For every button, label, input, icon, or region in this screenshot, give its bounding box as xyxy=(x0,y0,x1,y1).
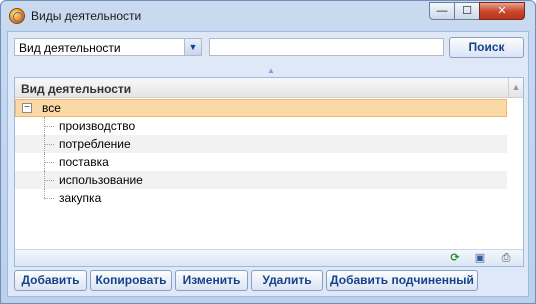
tree-row[interactable]: производство xyxy=(15,117,507,135)
tree-rows: − все производство потребление поставка xyxy=(15,99,523,207)
tree-row[interactable]: использование xyxy=(15,171,507,189)
field-select[interactable]: Вид деятельности ▼ xyxy=(14,38,202,56)
tree-node-label: использование xyxy=(59,173,143,187)
add-child-button[interactable]: Добавить подчиненный xyxy=(326,270,478,291)
floppy-disk-icon[interactable]: ▣ xyxy=(471,251,489,266)
activity-tree-grid: Вид деятельности ▲ − все производство по… xyxy=(14,77,524,267)
close-button[interactable]: ✕ xyxy=(479,2,525,20)
collapse-arrow-icon[interactable]: ▲ xyxy=(267,66,275,75)
tree-row[interactable]: потребление xyxy=(15,135,507,153)
dialog-window: Виды деятельности — ☐ ✕ Вид деятельности… xyxy=(0,0,536,304)
chevron-down-icon[interactable]: ▼ xyxy=(184,39,201,55)
scroll-up-icon[interactable]: ▲ xyxy=(508,78,523,97)
edit-button[interactable]: Изменить xyxy=(175,270,248,291)
search-input[interactable] xyxy=(209,38,444,56)
field-select-value: Вид деятельности xyxy=(19,41,121,55)
add-button[interactable]: Добавить xyxy=(14,270,87,291)
search-button[interactable]: Поиск xyxy=(449,37,524,58)
grid-header: Вид деятельности ▲ xyxy=(15,78,523,98)
tree-node-label: все xyxy=(42,101,61,115)
maximize-button[interactable]: ☐ xyxy=(454,2,480,20)
column-header-activity[interactable]: Вид деятельности xyxy=(21,82,131,96)
printer-icon[interactable]: ⎙ xyxy=(497,251,515,266)
tree-connector xyxy=(44,144,54,145)
dialog-body: Вид деятельности ▼ Поиск ▲ Вид деятельно… xyxy=(7,31,529,297)
tree-row[interactable]: закупка xyxy=(15,189,507,207)
grid-footer-toolbar: ⟳ ▣ ⎙ xyxy=(15,249,523,266)
copy-button[interactable]: Копировать xyxy=(90,270,172,291)
delete-button[interactable]: Удалить xyxy=(251,270,323,291)
tree-node-label: потребление xyxy=(59,137,131,151)
tree-connector xyxy=(44,162,54,163)
tree-connector xyxy=(44,198,54,199)
globe-icon xyxy=(9,8,25,24)
refresh-icon[interactable]: ⟳ xyxy=(446,251,464,266)
minimize-button[interactable]: — xyxy=(429,2,455,20)
collapse-toggle-icon[interactable]: − xyxy=(22,103,32,113)
tree-node-label: поставка xyxy=(59,155,109,169)
tree-connector xyxy=(44,126,54,127)
title-bar[interactable]: Виды деятельности — ☐ ✕ xyxy=(1,1,535,31)
tree-row[interactable]: поставка xyxy=(15,153,507,171)
window-title: Виды деятельности xyxy=(31,9,142,23)
tree-node-label: производство xyxy=(59,119,136,133)
tree-row-root[interactable]: − все xyxy=(15,99,507,117)
tree-node-label: закупка xyxy=(59,191,102,205)
tree-connector xyxy=(44,180,54,181)
tree-connector xyxy=(44,189,45,198)
